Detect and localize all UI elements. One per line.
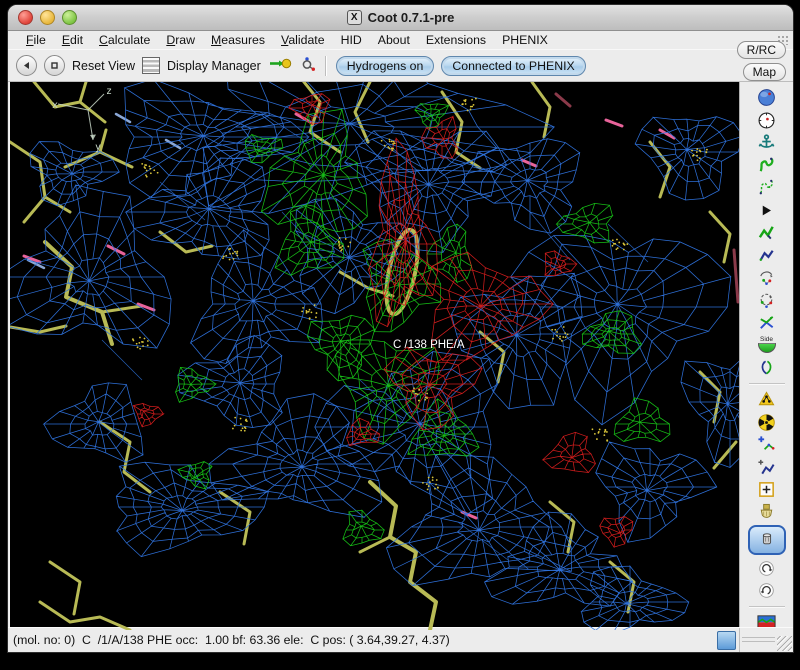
status-text: (mol. no: 0) C /1/A/138 PHE occ: 1.00 bf… bbox=[13, 633, 450, 647]
menu-item-calculate[interactable]: Calculate bbox=[91, 33, 158, 47]
status-row: (mol. no: 0) C /1/A/138 PHE occ: 1.00 bf… bbox=[8, 627, 793, 652]
status-bar: (mol. no: 0) C /1/A/138 PHE occ: 1.00 bf… bbox=[8, 628, 717, 652]
rrc-button[interactable]: R/RC bbox=[737, 41, 786, 59]
reset-view-button[interactable]: Reset View bbox=[72, 59, 135, 73]
handle-lines bbox=[742, 637, 775, 643]
menu-item-extensions[interactable]: Extensions bbox=[418, 33, 494, 47]
statusbar-corner bbox=[739, 628, 793, 652]
ligand-icon[interactable] bbox=[299, 55, 316, 77]
side-chain-180-icon[interactable]: Side bbox=[755, 336, 779, 355]
toolbar-separator bbox=[749, 383, 785, 385]
play-icon[interactable] bbox=[755, 201, 779, 220]
horizontal-scrollbar-thumb[interactable] bbox=[717, 631, 736, 650]
flex-zone-icon[interactable] bbox=[755, 156, 779, 175]
redo-icon[interactable] bbox=[755, 581, 779, 600]
torsion-editor-icon[interactable] bbox=[755, 313, 779, 332]
trash-icon bbox=[758, 529, 776, 552]
toolbar-separator bbox=[325, 56, 327, 76]
model-fit-refine-toolbar: Side bbox=[739, 82, 793, 627]
mutate-autofit-icon[interactable] bbox=[755, 413, 779, 432]
half-sphere-glyph bbox=[758, 343, 776, 353]
back-icon[interactable] bbox=[16, 55, 37, 76]
delete-item-button[interactable] bbox=[748, 525, 786, 555]
atom-label: C /138 PHE/A bbox=[393, 339, 465, 351]
menu-item-phenix[interactable]: PHENIX bbox=[494, 33, 556, 47]
go-to-atom-icon[interactable] bbox=[268, 56, 292, 76]
menu-item-validate[interactable]: Validate bbox=[273, 33, 333, 47]
minimize-button[interactable] bbox=[40, 10, 55, 25]
clock-icon[interactable] bbox=[755, 111, 779, 130]
coot-window: X Coot 0.7.1-pre FileEditCalculateDrawMe… bbox=[8, 5, 793, 652]
gl-canvas[interactable]: x z y C /138 PHE/A bbox=[9, 82, 739, 627]
window-title-wrap: X Coot 0.7.1-pre bbox=[347, 10, 455, 25]
flex-dots-icon[interactable] bbox=[755, 178, 779, 197]
add-terminal-residue-icon[interactable] bbox=[755, 458, 779, 477]
run-refmac-icon[interactable] bbox=[755, 613, 779, 627]
main-toolbar: Reset View Display Manager Hydrogens on … bbox=[8, 49, 793, 82]
undo-icon[interactable] bbox=[755, 559, 779, 578]
anchor-fix-atoms-icon[interactable] bbox=[755, 133, 779, 152]
x11-icon: X bbox=[347, 10, 362, 25]
rotamer-wheel-icon[interactable] bbox=[755, 291, 779, 310]
display-manager-button[interactable]: Display Manager bbox=[167, 59, 261, 73]
menu-item-measures[interactable]: Measures bbox=[203, 33, 273, 47]
axis-label-x: x bbox=[52, 100, 58, 111]
menu-bar: FileEditCalculateDrawMeasuresValidateHID… bbox=[8, 31, 793, 49]
add-alt-conf-icon[interactable] bbox=[755, 480, 779, 499]
window-title: Coot 0.7.1-pre bbox=[368, 10, 455, 25]
menu-item-edit[interactable]: Edit bbox=[54, 33, 91, 47]
phenix-connection-button[interactable]: Connected to PHENIX bbox=[441, 56, 585, 76]
auto-rotamer-icon[interactable] bbox=[755, 268, 779, 287]
toolbar-separator bbox=[749, 606, 785, 608]
reset-view-icon[interactable] bbox=[44, 55, 65, 76]
flip-peptide-icon[interactable] bbox=[755, 358, 779, 377]
close-button[interactable] bbox=[18, 10, 33, 25]
mutate-icon[interactable] bbox=[755, 390, 779, 409]
hydrogens-toggle-button[interactable]: Hydrogens on bbox=[336, 56, 435, 76]
content-row: x z y C /138 PHE/A bbox=[8, 82, 793, 627]
axis-label-y: y bbox=[95, 142, 101, 153]
display-manager-icon[interactable] bbox=[142, 57, 160, 74]
fill-partial-icon[interactable] bbox=[755, 503, 779, 522]
resize-grip[interactable] bbox=[777, 636, 792, 651]
map-button[interactable]: Map bbox=[743, 63, 786, 81]
title-bar[interactable]: X Coot 0.7.1-pre bbox=[8, 5, 793, 31]
menu-item-hid[interactable]: HID bbox=[333, 33, 370, 47]
menu-item-about[interactable]: About bbox=[370, 33, 418, 47]
add-atom-icon[interactable] bbox=[755, 435, 779, 454]
traffic-lights bbox=[18, 5, 77, 30]
menu-item-file[interactable]: File bbox=[18, 33, 54, 47]
menu-item-draw[interactable]: Draw bbox=[158, 33, 203, 47]
rigid-body-fit-icon[interactable] bbox=[755, 223, 779, 242]
axis-label-z: z bbox=[106, 86, 112, 97]
rotate-translate-icon[interactable] bbox=[755, 246, 779, 265]
sphere-refine-icon[interactable] bbox=[755, 88, 779, 107]
zoom-button[interactable] bbox=[62, 10, 77, 25]
